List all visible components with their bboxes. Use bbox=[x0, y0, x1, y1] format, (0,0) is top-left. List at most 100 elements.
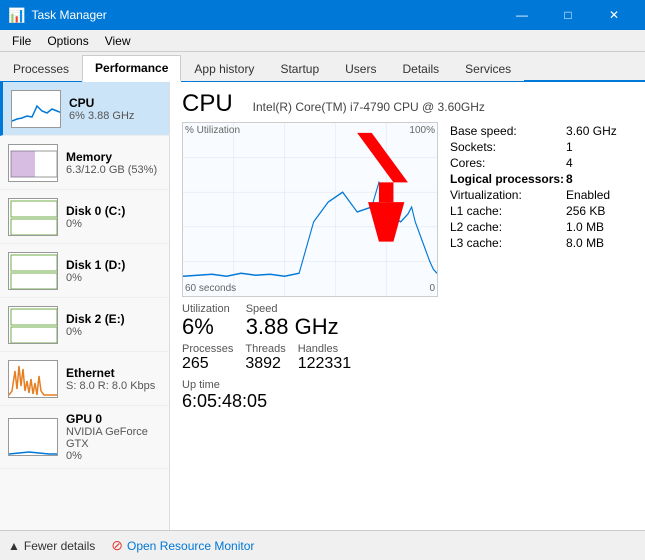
gpu-label: GPU 0 bbox=[66, 412, 161, 426]
disk2-label: Disk 2 (E:) bbox=[66, 312, 161, 326]
menu-options[interactable]: Options bbox=[39, 32, 96, 50]
threads-stat: Threads 3892 bbox=[245, 343, 285, 373]
threads-label: Threads bbox=[245, 343, 285, 355]
sockets-label: Sockets: bbox=[450, 140, 564, 154]
sidebar-item-ethernet[interactable]: Ethernet S: 8.0 R: 8.0 Kbps bbox=[0, 352, 169, 406]
disk0-value: 0% bbox=[66, 218, 161, 230]
disk1-thumbnail bbox=[8, 252, 58, 290]
tab-processes[interactable]: Processes bbox=[0, 56, 82, 81]
virt-label: Virtualization: bbox=[450, 188, 564, 202]
cpu-info: CPU 6% 3.88 GHz bbox=[69, 96, 161, 122]
tab-apphistory[interactable]: App history bbox=[181, 56, 267, 81]
sidebar-item-memory[interactable]: Memory 6.3/12.0 GB (53%) bbox=[0, 136, 169, 190]
disk1-value: 0% bbox=[66, 272, 161, 284]
tab-performance[interactable]: Performance bbox=[82, 55, 181, 82]
l1-value: 256 KB bbox=[566, 204, 617, 218]
fewer-details-label: Fewer details bbox=[24, 539, 95, 553]
bottombar: ▲ Fewer details ⊘ Open Resource Monitor bbox=[0, 530, 645, 560]
base-speed-value: 3.60 GHz bbox=[566, 124, 617, 138]
ethernet-info: Ethernet S: 8.0 R: 8.0 Kbps bbox=[66, 366, 161, 392]
cpu-thumbnail bbox=[11, 90, 61, 128]
speed-value: 3.88 GHz bbox=[246, 315, 339, 339]
base-speed-row: Base speed: 3.60 GHz bbox=[450, 124, 617, 138]
base-speed-label: Base speed: bbox=[450, 124, 564, 138]
window-controls: — □ ✕ bbox=[499, 0, 637, 30]
open-resource-monitor-link[interactable]: Open Resource Monitor bbox=[127, 539, 254, 553]
uptime-value: 6:05:48:05 bbox=[182, 391, 438, 412]
sidebar-item-cpu[interactable]: CPU 6% 3.88 GHz bbox=[0, 82, 169, 136]
utilization-stat: Utilization 6% bbox=[182, 303, 230, 339]
sidebar-item-disk2[interactable]: Disk 2 (E:) 0% bbox=[0, 298, 169, 352]
monitor-icon: ⊘ bbox=[111, 537, 123, 554]
disk1-info: Disk 1 (D:) 0% bbox=[66, 258, 161, 284]
disk0-thumbnail bbox=[8, 198, 58, 236]
tab-details[interactable]: Details bbox=[389, 56, 452, 81]
handles-label: Handles bbox=[298, 343, 351, 355]
disk0-info: Disk 0 (C:) 0% bbox=[66, 204, 161, 230]
virt-value: Enabled bbox=[566, 188, 617, 202]
l2-row: L2 cache: 1.0 MB bbox=[450, 220, 617, 234]
cpu-model: Intel(R) Core(TM) i7-4790 CPU @ 3.60GHz bbox=[253, 100, 485, 114]
memory-label: Memory bbox=[66, 150, 161, 164]
cpu-chart: % Utilization 100% 60 seconds 0 bbox=[182, 122, 438, 297]
disk1-label: Disk 1 (D:) bbox=[66, 258, 161, 272]
ethernet-thumbnail bbox=[8, 360, 58, 398]
threads-value: 3892 bbox=[245, 355, 285, 373]
disk0-label: Disk 0 (C:) bbox=[66, 204, 161, 218]
specs-panel: Base speed: 3.60 GHz Sockets: 1 Cores: 4… bbox=[448, 122, 633, 412]
titlebar: 📊 Task Manager — □ ✕ bbox=[0, 0, 645, 30]
sidebar-item-disk0[interactable]: Disk 0 (C:) 0% bbox=[0, 190, 169, 244]
disk2-thumbnail bbox=[8, 306, 58, 344]
cpu-value: 6% 3.88 GHz bbox=[69, 110, 161, 122]
close-button[interactable]: ✕ bbox=[591, 0, 637, 30]
cpu-title: CPU bbox=[182, 90, 233, 118]
disk2-value: 0% bbox=[66, 326, 161, 338]
cores-value: 4 bbox=[566, 156, 617, 170]
gpu-info: GPU 0 NVIDIA GeForce GTX0% bbox=[66, 412, 161, 462]
processes-value: 265 bbox=[182, 355, 233, 373]
handles-stat: Handles 122331 bbox=[298, 343, 351, 373]
tab-services[interactable]: Services bbox=[452, 56, 524, 81]
cores-label: Cores: bbox=[450, 156, 564, 170]
l1-label: L1 cache: bbox=[450, 204, 564, 218]
menu-file[interactable]: File bbox=[4, 32, 39, 50]
memory-value: 6.3/12.0 GB (53%) bbox=[66, 164, 161, 176]
tab-startup[interactable]: Startup bbox=[267, 56, 332, 81]
l3-row: L3 cache: 8.0 MB bbox=[450, 236, 617, 250]
main-area: CPU 6% 3.88 GHz Memory 6.3/12.0 GB (53%) bbox=[0, 82, 645, 530]
l3-label: L3 cache: bbox=[450, 236, 564, 250]
sidebar-item-disk1[interactable]: Disk 1 (D:) 0% bbox=[0, 244, 169, 298]
tab-users[interactable]: Users bbox=[332, 56, 389, 81]
ethernet-value: S: 8.0 R: 8.0 Kbps bbox=[66, 380, 161, 392]
uptime-stat: Up time 6:05:48:05 bbox=[182, 379, 438, 412]
logical-label: Logical processors: bbox=[450, 172, 564, 186]
gpu-value: NVIDIA GeForce GTX0% bbox=[66, 426, 161, 462]
processes-label: Processes bbox=[182, 343, 233, 355]
uptime-label: Up time bbox=[182, 379, 438, 391]
content-area: CPU Intel(R) Core(TM) i7-4790 CPU @ 3.60… bbox=[170, 82, 645, 530]
maximize-button[interactable]: □ bbox=[545, 0, 591, 30]
l1-row: L1 cache: 256 KB bbox=[450, 204, 617, 218]
sidebar-item-gpu[interactable]: GPU 0 NVIDIA GeForce GTX0% bbox=[0, 406, 169, 469]
handles-value: 122331 bbox=[298, 355, 351, 373]
speed-stat: Speed 3.88 GHz bbox=[246, 303, 339, 339]
disk2-info: Disk 2 (E:) 0% bbox=[66, 312, 161, 338]
chevron-icon: ▲ bbox=[8, 539, 20, 553]
app-icon: 📊 bbox=[8, 7, 25, 24]
window-title: Task Manager bbox=[31, 8, 499, 22]
l3-value: 8.0 MB bbox=[566, 236, 617, 250]
memory-info: Memory 6.3/12.0 GB (53%) bbox=[66, 150, 161, 176]
chart-x-right: 0 bbox=[429, 283, 435, 294]
chart-x-left: 60 seconds bbox=[185, 283, 236, 294]
sidebar: CPU 6% 3.88 GHz Memory 6.3/12.0 GB (53%) bbox=[0, 82, 170, 530]
fewer-details-button[interactable]: ▲ Fewer details bbox=[8, 539, 95, 553]
logical-value: 8 bbox=[566, 172, 617, 186]
menu-view[interactable]: View bbox=[97, 32, 139, 50]
memory-thumbnail bbox=[8, 144, 58, 182]
stats-area: Utilization 6% Speed 3.88 GHz bbox=[182, 303, 438, 339]
specs-table: Base speed: 3.60 GHz Sockets: 1 Cores: 4… bbox=[448, 122, 619, 252]
processes-stat: Processes 265 bbox=[182, 343, 233, 373]
minimize-button[interactable]: — bbox=[499, 0, 545, 30]
content-header: CPU Intel(R) Core(TM) i7-4790 CPU @ 3.60… bbox=[182, 90, 633, 118]
utilization-value: 6% bbox=[182, 315, 230, 339]
